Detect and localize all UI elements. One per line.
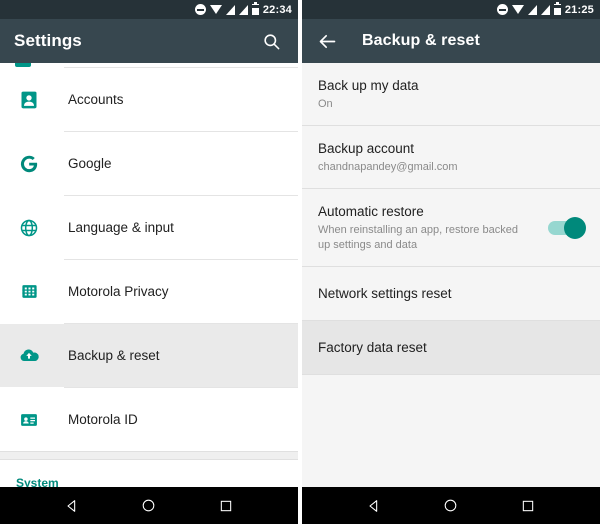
list-item-title: Factory data reset bbox=[318, 340, 427, 355]
page-title: Backup & reset bbox=[362, 32, 480, 49]
list-item-title: Automatic restore bbox=[318, 204, 424, 219]
privacy-grid-icon bbox=[16, 282, 42, 301]
list-item-back-up-my-data[interactable]: Back up my data On bbox=[302, 63, 600, 125]
left-status-bar: 22:34 bbox=[0, 0, 298, 19]
battery-icon bbox=[553, 2, 561, 15]
signal-icon-2 bbox=[238, 4, 248, 15]
left-nav-bar bbox=[0, 487, 298, 524]
partial-row-icon bbox=[15, 63, 31, 67]
sidebar-item-backup-reset[interactable]: Backup & reset bbox=[0, 324, 298, 387]
right-toolbar: Backup & reset bbox=[302, 19, 600, 63]
toggle-knob bbox=[564, 216, 586, 239]
list-item-subtitle: When reinstalling an app, restore backed… bbox=[318, 224, 518, 251]
sidebar-item-motorola-privacy[interactable]: Motorola Privacy bbox=[0, 260, 298, 323]
list-item-subtitle: On bbox=[318, 98, 333, 110]
right-nav-bar bbox=[302, 487, 600, 524]
account-icon bbox=[16, 90, 42, 110]
search-icon[interactable] bbox=[258, 28, 284, 54]
signal-icon-1 bbox=[527, 4, 537, 15]
list-item-texts: Back up my data On bbox=[318, 76, 584, 112]
back-triangle-icon[interactable] bbox=[57, 491, 87, 521]
left-status-time: 22:34 bbox=[262, 3, 292, 16]
sidebar-item-label: Backup & reset bbox=[68, 348, 160, 363]
signal-icon-1 bbox=[225, 4, 235, 15]
sidebar-item-accounts[interactable]: Accounts bbox=[0, 68, 298, 131]
list-item-texts: Network settings reset bbox=[318, 284, 584, 303]
list-item-backup-account[interactable]: Backup account chandnapandey@gmail.com bbox=[302, 126, 600, 188]
home-circle-icon[interactable] bbox=[134, 491, 164, 521]
list-item-subtitle: chandnapandey@gmail.com bbox=[318, 161, 458, 173]
empty-list-area bbox=[302, 375, 600, 487]
sidebar-item-label: Accounts bbox=[68, 92, 124, 107]
dual-screenshot: 22:34 Settings Accounts Google Language … bbox=[0, 0, 600, 524]
automatic-restore-toggle[interactable] bbox=[548, 216, 586, 239]
left-status-icons bbox=[194, 2, 259, 15]
section-separator bbox=[0, 451, 298, 460]
right-status-icons bbox=[496, 2, 561, 15]
do-not-disturb-icon bbox=[194, 4, 206, 15]
sidebar-item-label: Language & input bbox=[68, 220, 174, 235]
battery-icon bbox=[251, 2, 259, 15]
signal-icon-2 bbox=[540, 4, 550, 15]
list-item-texts: Factory data reset bbox=[318, 338, 584, 357]
section-header-system: System bbox=[0, 460, 298, 487]
do-not-disturb-icon bbox=[496, 4, 508, 15]
home-circle-icon[interactable] bbox=[436, 491, 466, 521]
recents-square-icon[interactable] bbox=[211, 491, 241, 521]
back-arrow-icon[interactable] bbox=[314, 28, 340, 54]
back-triangle-icon[interactable] bbox=[359, 491, 389, 521]
list-item-network-settings-reset[interactable]: Network settings reset bbox=[302, 267, 600, 320]
list-item-title: Network settings reset bbox=[318, 286, 452, 301]
section-header-label: System bbox=[16, 476, 59, 487]
list-item-texts: Automatic restore When reinstalling an a… bbox=[318, 202, 538, 253]
left-settings-list[interactable]: Accounts Google Language & input Motorol… bbox=[0, 63, 298, 487]
sidebar-item-label: Motorola ID bbox=[68, 412, 138, 427]
list-item-title: Back up my data bbox=[318, 78, 419, 93]
globe-icon bbox=[16, 218, 42, 238]
sidebar-item-label: Google bbox=[68, 156, 112, 171]
sidebar-item-google[interactable]: Google bbox=[0, 132, 298, 195]
page-title: Settings bbox=[14, 31, 82, 50]
recents-square-icon[interactable] bbox=[513, 491, 543, 521]
list-item-automatic-restore[interactable]: Automatic restore When reinstalling an a… bbox=[302, 189, 600, 266]
right-phone-screen: 21:25 Backup & reset Back up my data On bbox=[302, 0, 600, 524]
cloud-upload-icon bbox=[16, 345, 42, 367]
wifi-icon bbox=[511, 5, 524, 14]
sidebar-item-language-input[interactable]: Language & input bbox=[0, 196, 298, 259]
partial-scrolled-row bbox=[0, 63, 298, 67]
sidebar-item-label: Motorola Privacy bbox=[68, 284, 169, 299]
sidebar-item-motorola-id[interactable]: Motorola ID bbox=[0, 388, 298, 451]
left-phone-screen: 22:34 Settings Accounts Google Language … bbox=[0, 0, 298, 524]
id-card-icon bbox=[16, 410, 42, 430]
right-status-time: 21:25 bbox=[564, 3, 594, 16]
list-item-title: Backup account bbox=[318, 141, 415, 156]
wifi-icon bbox=[209, 5, 222, 14]
left-toolbar: Settings bbox=[0, 19, 298, 63]
google-g-icon bbox=[16, 153, 42, 175]
list-item-texts: Backup account chandnapandey@gmail.com bbox=[318, 139, 584, 175]
list-item-factory-data-reset[interactable]: Factory data reset bbox=[302, 321, 600, 374]
backup-reset-list[interactable]: Back up my data On Backup account chandn… bbox=[302, 63, 600, 487]
right-status-bar: 21:25 bbox=[302, 0, 600, 19]
